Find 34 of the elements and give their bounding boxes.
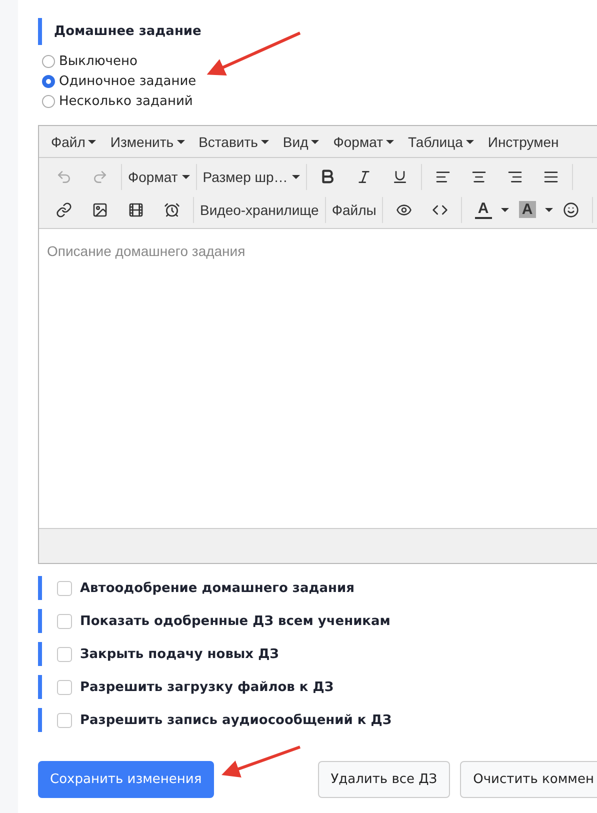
- checkbox[interactable]: [57, 712, 72, 728]
- save-button[interactable]: Сохранить изменения: [38, 761, 214, 798]
- menu-item[interactable]: Изменить: [104, 134, 191, 150]
- checkbox[interactable]: [57, 646, 72, 662]
- placeholder-text: Описание домашнего задания: [47, 243, 246, 259]
- checkbox[interactable]: [57, 580, 72, 596]
- font-size-dropdown[interactable]: Размер шр…: [200, 164, 303, 190]
- menu-item[interactable]: Вставить: [192, 134, 275, 150]
- checkbox[interactable]: [57, 680, 72, 694]
- action-button[interactable]: Очистить коммен: [460, 761, 597, 798]
- menu-item[interactable]: Файл: [45, 134, 102, 150]
- radio-label: Одиночное задание: [59, 74, 196, 88]
- menu-item[interactable]: Формат: [327, 134, 400, 150]
- radio-button[interactable]: [42, 54, 55, 68]
- menu-item[interactable]: Вид: [276, 134, 326, 150]
- video-storage-button[interactable]: Видео-хранилище: [197, 196, 322, 222]
- checkbox[interactable]: [57, 614, 72, 628]
- radio-label: Несколько заданий: [59, 94, 193, 108]
- format-dropdown[interactable]: Формат: [125, 164, 193, 190]
- checkbox-label: Показать одобренные ДЗ всем ученикам: [80, 614, 390, 628]
- menu-item[interactable]: Инструмен: [482, 134, 565, 150]
- radio-button[interactable]: [42, 94, 55, 108]
- menu-item[interactable]: Таблица: [402, 134, 480, 150]
- radio-label: Выключено: [59, 54, 138, 68]
- action-button[interactable]: Удалить все ДЗ: [318, 761, 450, 798]
- checkbox-label: Закрыть подачу новых ДЗ: [80, 646, 279, 662]
- checkbox-label: Разрешить запись аудиосообщений к ДЗ: [80, 712, 392, 728]
- section-title: Домашнее задание: [53, 23, 202, 41]
- checkbox-label: Автоодобрение домашнего задания: [80, 580, 354, 596]
- text-color-button[interactable]: A: [465, 196, 502, 222]
- checkbox-label: Разрешить загрузку файлов к ДЗ: [80, 680, 334, 694]
- radio-button[interactable]: [42, 74, 55, 88]
- background-color-button[interactable]: A: [509, 196, 546, 222]
- files-button[interactable]: Файлы: [328, 196, 380, 222]
